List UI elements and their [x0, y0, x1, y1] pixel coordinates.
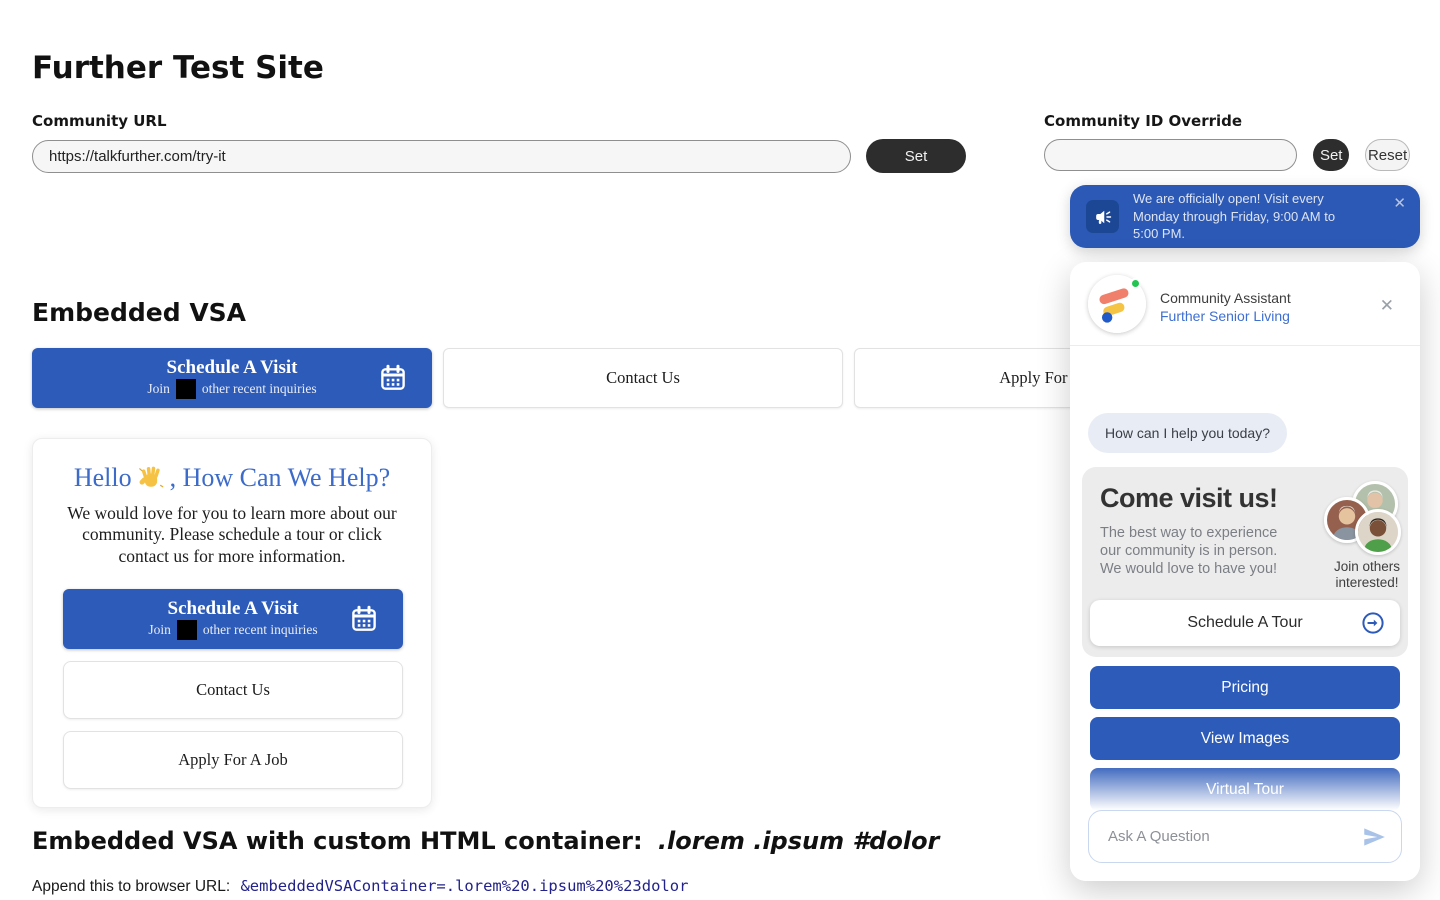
online-status-dot [1130, 278, 1141, 289]
calendar-icon [349, 604, 379, 634]
card-heading-post: , How Can We Help? [170, 463, 391, 493]
view-images-button[interactable]: View Images [1090, 717, 1400, 760]
announcement-text: We are officially open! Visit every Mond… [1133, 190, 1355, 243]
community-url-set-button[interactable]: Set [866, 139, 966, 173]
schedule-tour-button[interactable]: Schedule A Tour [1090, 600, 1400, 646]
come-visit-card: Come visit us! The best way to experienc… [1082, 467, 1408, 657]
card-apply-job-button[interactable]: Apply For A Job [63, 731, 403, 789]
waving-hand-icon [137, 464, 165, 492]
visitor-avatar [1355, 509, 1401, 555]
append-url-line: Append this to browser URL: &embeddedVSA… [32, 877, 688, 896]
page-title: Further Test Site [32, 50, 324, 86]
calendar-icon [378, 363, 408, 393]
chat-footer [1070, 763, 1420, 881]
announcement-banner: We are officially open! Visit every Mond… [1070, 185, 1420, 248]
community-url-input[interactable] [32, 140, 851, 173]
chat-widget-panel: Community Assistant Further Senior Livin… [1070, 262, 1420, 881]
card-button-stack: Schedule A Visit Join other recent inqui… [63, 589, 401, 789]
ask-question-box [1088, 810, 1402, 863]
custom-heading-selector: .lorem .ipsum #dolor [658, 827, 939, 855]
community-id-reset-button[interactable]: Reset [1365, 139, 1410, 171]
assistant-message-bubble: How can I help you today? [1088, 413, 1287, 453]
pricing-button[interactable]: Pricing [1090, 666, 1400, 709]
schedule-visit-label: Schedule A Visit [167, 357, 298, 379]
subtitle-suffix: other recent inquiries [202, 382, 317, 396]
banner-close-icon[interactable]: ✕ [1393, 196, 1406, 211]
paper-plane-icon [1361, 824, 1387, 850]
join-others-caption: Join others interested! [1308, 559, 1420, 590]
card-contact-us-button[interactable]: Contact Us [63, 661, 403, 719]
community-id-section: Community ID Override Set Reset [1044, 112, 1410, 171]
contact-us-button[interactable]: Contact Us [443, 348, 843, 408]
card-schedule-visit-button[interactable]: Schedule A Visit Join other recent inqui… [63, 589, 403, 649]
megaphone-icon [1086, 200, 1119, 233]
schedule-visit-button[interactable]: Schedule A Visit Join other recent inqui… [32, 348, 432, 408]
card-body-text: We would love for you to learn more abou… [58, 503, 406, 567]
card-heading: Hello , How Can We Help? [33, 463, 431, 493]
send-button[interactable] [1361, 824, 1401, 850]
ask-question-input[interactable] [1089, 828, 1361, 845]
append-label: Append this to browser URL: [32, 878, 230, 895]
custom-container-heading: Embedded VSA with custom HTML container:… [32, 827, 939, 855]
custom-heading-text: Embedded VSA with custom HTML container: [32, 827, 643, 855]
append-code: &embeddedVSAContainer=.lorem%20.ipsum%20… [240, 877, 688, 895]
community-id-set-button[interactable]: Set [1313, 139, 1349, 171]
community-url-label: Community URL [32, 112, 982, 130]
card-schedule-visit-label: Schedule A Visit [168, 598, 299, 620]
embedded-vsa-heading: Embedded VSA [32, 298, 246, 327]
vsa-greeting-card: Hello , How Can We Help? We would love f… [32, 438, 432, 808]
subtitle-prefix: Join [147, 382, 170, 396]
schedule-visit-subtitle: Join other recent inquiries [147, 379, 316, 399]
schedule-tour-label: Schedule A Tour [1187, 614, 1302, 632]
community-id-input[interactable] [1044, 139, 1297, 171]
chat-close-icon[interactable]: ✕ [1380, 297, 1394, 314]
card-schedule-visit-subtitle: Join other recent inquiries [148, 620, 317, 640]
visit-card-body: The best way to experience our community… [1100, 524, 1278, 578]
page-root: Further Test Site Community URL Set Comm… [0, 0, 1440, 900]
subtitle-suffix: other recent inquiries [203, 623, 318, 637]
assistant-title: Community Assistant [1160, 290, 1291, 306]
card-heading-pre: Hello [74, 463, 132, 493]
community-id-label: Community ID Override [1044, 112, 1410, 130]
redaction-box [177, 620, 197, 640]
community-name-link[interactable]: Further Senior Living [1160, 308, 1290, 324]
subtitle-prefix: Join [148, 623, 171, 637]
redaction-box [176, 379, 196, 399]
chat-header: Community Assistant Further Senior Livin… [1070, 262, 1420, 346]
community-url-section: Community URL Set [32, 112, 982, 173]
arrow-circle-icon [1361, 611, 1385, 635]
visit-card-heading: Come visit us! [1100, 483, 1278, 514]
